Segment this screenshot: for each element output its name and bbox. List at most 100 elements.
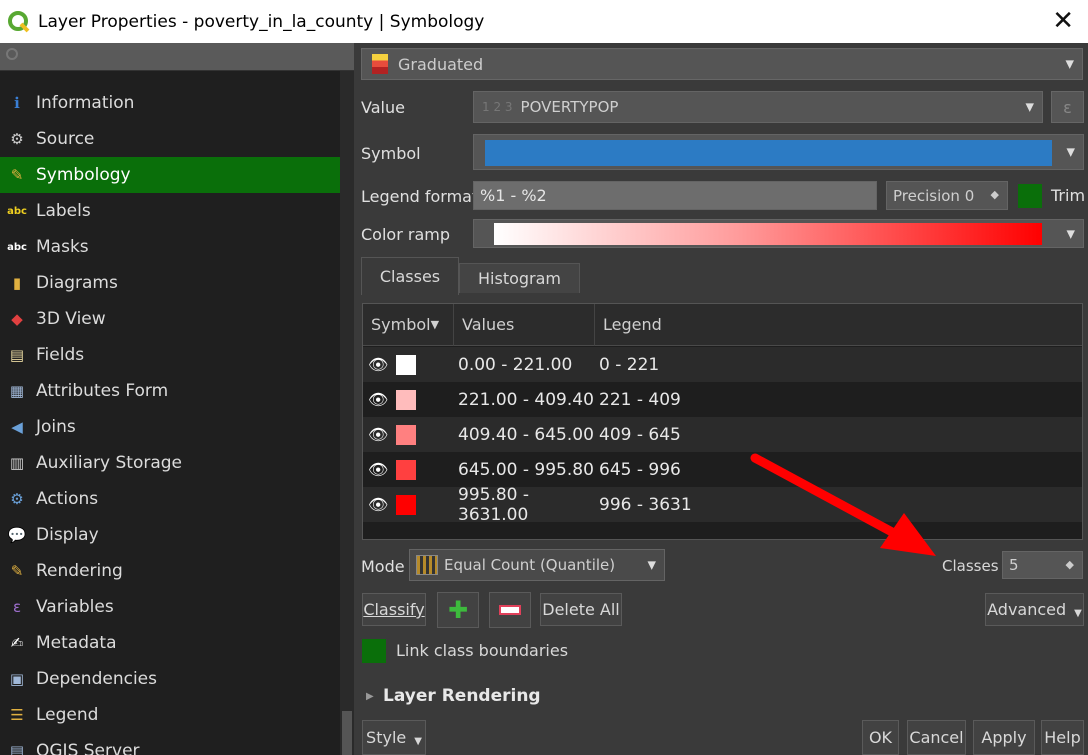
sidebar-item-label: Masks bbox=[36, 237, 89, 257]
sidebar-item-label: Auxiliary Storage bbox=[36, 453, 183, 473]
class-values[interactable]: 645.00 - 995.80 bbox=[458, 460, 599, 480]
precision-spinbox[interactable]: Precision 0 ◆ bbox=[886, 181, 1008, 210]
sidebar-item-information[interactable]: ℹ Information bbox=[0, 85, 340, 121]
class-color-swatch[interactable] bbox=[396, 424, 416, 445]
symbol-button[interactable]: ▼ bbox=[473, 134, 1084, 170]
class-legend[interactable]: 409 - 645 bbox=[599, 425, 681, 445]
table-row[interactable]: 👁 221.00 - 409.40 221 - 409 bbox=[363, 382, 1082, 417]
header-legend[interactable]: Legend bbox=[595, 304, 1082, 346]
help-button[interactable]: Help bbox=[1041, 720, 1084, 755]
mode-select[interactable]: Equal Count (Quantile) ▼ bbox=[409, 549, 665, 581]
sidebar-item-legend[interactable]: ☰ Legend bbox=[0, 697, 340, 733]
class-color-swatch[interactable] bbox=[396, 494, 416, 515]
value-label: Value bbox=[361, 98, 405, 117]
symbol-swatch bbox=[485, 140, 1052, 166]
eye-icon[interactable]: 👁 bbox=[368, 391, 388, 407]
layer-rendering-header[interactable]: Layer Rendering bbox=[383, 686, 541, 706]
trim-checkbox[interactable] bbox=[1018, 184, 1042, 208]
sidebar-item-label: Information bbox=[36, 93, 135, 113]
sidebar-item-3d-view[interactable]: ◆ 3D View bbox=[0, 301, 340, 337]
sidebar-item-label: Labels bbox=[36, 201, 91, 221]
color-ramp-button[interactable]: ▼ bbox=[473, 219, 1084, 248]
joins-icon: ◀ bbox=[11, 418, 23, 436]
class-values[interactable]: 995.80 - 3631.00 bbox=[458, 485, 599, 525]
class-color-swatch[interactable] bbox=[396, 459, 416, 480]
class-legend[interactable]: 0 - 221 bbox=[599, 355, 659, 375]
epsilon-icon: ε bbox=[12, 598, 22, 616]
database-icon: ▥ bbox=[9, 454, 25, 472]
server-icon: ▤ bbox=[9, 742, 25, 755]
chevron-down-icon: ▼ bbox=[1066, 145, 1075, 159]
eye-icon[interactable]: 👁 bbox=[368, 356, 388, 372]
delete-all-button[interactable]: Delete All bbox=[540, 593, 622, 626]
sidebar-item-auxiliary-storage[interactable]: ▥ Auxiliary Storage bbox=[0, 445, 340, 481]
table-row[interactable]: 👁 0.00 - 221.00 0 - 221 bbox=[363, 347, 1082, 382]
class-values[interactable]: 0.00 - 221.00 bbox=[458, 355, 599, 375]
renderer-select[interactable]: Graduated ▼ bbox=[361, 48, 1083, 80]
style-button[interactable]: Style ▼ bbox=[362, 720, 426, 755]
sidebar-item-variables[interactable]: ε Variables bbox=[0, 589, 340, 625]
fields-icon: ▤ bbox=[9, 346, 25, 364]
value-field-select[interactable]: 1 2 3 POVERTYPOP ▼ bbox=[473, 91, 1043, 123]
class-values[interactable]: 221.00 - 409.40 bbox=[458, 390, 599, 410]
scrollbar-thumb[interactable] bbox=[342, 711, 352, 755]
sidebar-item-label: Source bbox=[36, 129, 95, 149]
abc-label-icon: abc bbox=[7, 205, 27, 217]
classes-spinbox[interactable]: 5 ◆ bbox=[1002, 551, 1083, 579]
dependencies-icon: ▣ bbox=[9, 670, 25, 688]
sidebar-item-symbology[interactable]: ✎ Symbology bbox=[0, 157, 340, 193]
chevron-down-icon: ▼ bbox=[647, 558, 656, 572]
sidebar-item-label: Rendering bbox=[36, 561, 123, 581]
header-values[interactable]: Values bbox=[454, 303, 595, 346]
sidebar-item-source[interactable]: ⚙ Source bbox=[0, 121, 340, 157]
class-legend[interactable]: 996 - 3631 bbox=[599, 495, 692, 515]
tab-histogram[interactable]: Histogram bbox=[459, 263, 580, 293]
expression-icon: ε bbox=[1063, 97, 1072, 117]
symbology-panel: Graduated ▼ Value 1 2 3 POVERTYPOP ▼ ε S… bbox=[354, 43, 1088, 755]
sidebar-item-fields[interactable]: ▤ Fields bbox=[0, 337, 340, 373]
sidebar-item-label: Actions bbox=[36, 489, 99, 509]
mode-label: Mode bbox=[361, 557, 405, 576]
sidebar-item-rendering[interactable]: ✎ Rendering bbox=[0, 553, 340, 589]
ok-button[interactable]: OK bbox=[862, 720, 899, 755]
class-color-swatch[interactable] bbox=[396, 389, 416, 410]
sidebar-item-attributes-form[interactable]: ▦ Attributes Form bbox=[0, 373, 340, 409]
sidebar-item-masks[interactable]: abc Masks bbox=[0, 229, 340, 265]
add-class-button[interactable]: ✚ bbox=[437, 592, 479, 628]
expand-triangle-icon[interactable]: ▶ bbox=[366, 691, 374, 702]
sidebar-item-labels[interactable]: abc Labels bbox=[0, 193, 340, 229]
table-row[interactable]: 👁 645.00 - 995.80 645 - 996 bbox=[363, 452, 1082, 487]
classify-button[interactable]: Classify bbox=[362, 593, 426, 626]
cancel-button[interactable]: Cancel bbox=[907, 720, 966, 755]
link-class-boundaries-checkbox[interactable] bbox=[362, 639, 386, 663]
class-color-swatch[interactable] bbox=[396, 354, 416, 375]
eye-icon[interactable]: 👁 bbox=[368, 496, 388, 512]
sidebar-item-metadata[interactable]: ✍ Metadata bbox=[0, 625, 340, 661]
eye-icon[interactable]: 👁 bbox=[368, 461, 388, 477]
sidebar-item-dependencies[interactable]: ▣ Dependencies bbox=[0, 661, 340, 697]
sidebar-item-display[interactable]: 💬 Display bbox=[0, 517, 340, 553]
spin-arrows-icon[interactable]: ◆ bbox=[991, 188, 999, 201]
sidebar-search-input[interactable] bbox=[0, 43, 354, 71]
table-row[interactable]: 👁 995.80 - 3631.00 996 - 3631 bbox=[363, 485, 1082, 525]
spin-arrows-icon[interactable]: ◆ bbox=[1066, 558, 1074, 571]
eye-icon[interactable]: 👁 bbox=[368, 426, 388, 442]
class-legend[interactable]: 221 - 409 bbox=[599, 390, 681, 410]
expression-button[interactable]: ε bbox=[1051, 91, 1084, 123]
close-icon[interactable]: ✕ bbox=[1052, 6, 1074, 36]
class-legend[interactable]: 645 - 996 bbox=[599, 460, 681, 480]
sidebar-item-label: 3D View bbox=[36, 309, 106, 329]
advanced-button[interactable]: Advanced ▼ bbox=[985, 593, 1084, 626]
tab-classes[interactable]: Classes bbox=[361, 257, 459, 295]
sidebar-item-diagrams[interactable]: ▮ Diagrams bbox=[0, 265, 340, 301]
apply-button[interactable]: Apply bbox=[973, 720, 1035, 755]
sidebar-item-qgis-server[interactable]: ▤ QGIS Server bbox=[0, 733, 340, 755]
sidebar-item-actions[interactable]: ⚙ Actions bbox=[0, 481, 340, 517]
sidebar-scrollbar[interactable] bbox=[340, 71, 354, 755]
table-row[interactable]: 👁 409.40 - 645.00 409 - 645 bbox=[363, 417, 1082, 452]
header-symbol[interactable]: Symbol ▼ bbox=[363, 303, 454, 346]
legend-format-input[interactable]: %1 - %2 bbox=[473, 181, 877, 210]
remove-class-button[interactable] bbox=[489, 592, 531, 628]
sidebar-item-joins[interactable]: ◀ Joins bbox=[0, 409, 340, 445]
class-values[interactable]: 409.40 - 645.00 bbox=[458, 425, 599, 445]
